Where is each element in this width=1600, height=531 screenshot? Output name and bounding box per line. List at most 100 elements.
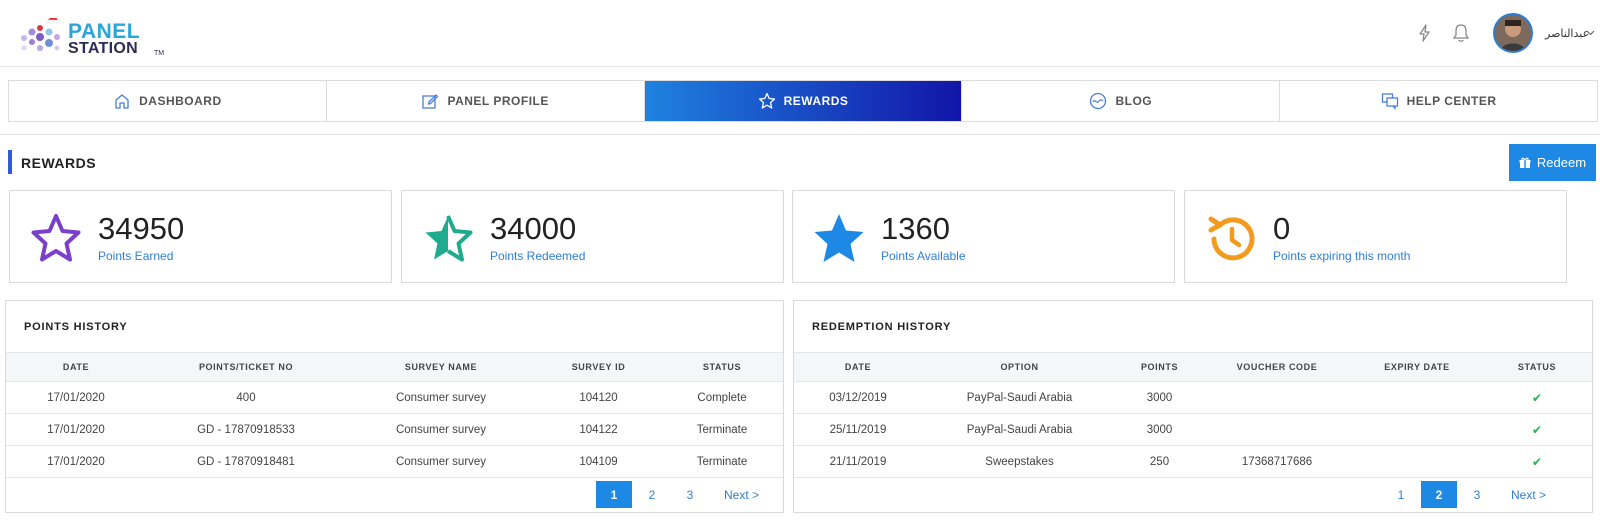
points-expiring-value: 0: [1273, 211, 1291, 246]
points-expiring-label: Points expiring this month: [1273, 249, 1411, 263]
points-history-table: DATE POINTS/TICKET NO SURVEY NAME SURVEY…: [6, 352, 783, 478]
cell-ticket: 400: [146, 381, 346, 414]
history-icon: [1208, 216, 1255, 261]
check-icon: ✔: [1482, 445, 1592, 478]
cell-expiry-date: [1352, 413, 1482, 446]
cell-date: 03/12/2019: [794, 381, 922, 414]
page-1-button[interactable]: 1: [1383, 481, 1419, 508]
cell-survey-id: 104109: [536, 445, 661, 478]
logo-dots-icon: [21, 18, 61, 51]
points-history-panel: POINTS HISTORY DATE POINTS/TICKET NO SUR…: [5, 300, 784, 513]
divider: [0, 134, 1600, 135]
cell-points: 3000: [1117, 413, 1202, 446]
bell-icon[interactable]: [1450, 22, 1472, 44]
cell-status: Complete: [661, 381, 783, 414]
redemption-history-title: REDEMPTION HISTORY: [812, 321, 952, 333]
cell-survey-name: Consumer survey: [346, 445, 536, 478]
panel-station-logo[interactable]: PANEL STATION TM: [18, 8, 164, 58]
lightning-icon[interactable]: [1414, 22, 1436, 44]
edit-icon: [422, 94, 439, 109]
page-3-button[interactable]: 3: [672, 481, 708, 508]
user-name[interactable]: عبدالناصر: [1545, 27, 1589, 40]
top-header: PANEL STATION TM عبدالناصر: [0, 0, 1600, 67]
cell-points: 3000: [1117, 381, 1202, 414]
page-2-button[interactable]: 2: [634, 481, 670, 508]
cell-status: Terminate: [661, 413, 783, 446]
points-available-label: Points Available: [881, 249, 966, 263]
column-header: DATE: [794, 352, 922, 382]
cell-ticket: GD - 17870918481: [146, 445, 346, 478]
page-3-button[interactable]: 3: [1459, 481, 1495, 508]
points-earned-value: 34950: [98, 211, 185, 246]
star-icon: [758, 92, 775, 109]
star-outline-icon: [31, 214, 81, 262]
column-header: POINTS: [1117, 352, 1202, 382]
blog-icon: [1090, 92, 1107, 110]
page-2-button[interactable]: 2: [1421, 481, 1457, 508]
cell-status: Terminate: [661, 445, 783, 478]
redeem-button[interactable]: Redeem: [1509, 144, 1596, 181]
tab-panel-profile-label: PANEL PROFILE: [447, 94, 549, 108]
table-row: 25/11/2019 PayPal-Saudi Arabia 3000 ✔: [794, 413, 1592, 446]
tab-blog[interactable]: BLOG: [962, 81, 1281, 121]
main-nav: DASHBOARD PANEL PROFILE REWARDS BLOG HEL…: [8, 80, 1598, 122]
cell-survey-name: Consumer survey: [346, 413, 536, 446]
tab-rewards-label: REWARDS: [783, 94, 849, 108]
table-row: 17/01/2020 400 Consumer survey 104120 Co…: [6, 381, 783, 414]
home-icon: [115, 94, 129, 109]
column-header: OPTION: [922, 352, 1117, 382]
cell-voucher-code: [1202, 413, 1352, 446]
cell-ticket: GD - 17870918533: [146, 413, 346, 446]
user-avatar[interactable]: [1493, 13, 1533, 53]
cell-points: 250: [1117, 445, 1202, 478]
stat-card-points-redeemed: 34000 Points Redeemed: [401, 190, 784, 283]
cell-survey-id: 104122: [536, 413, 661, 446]
tab-dashboard[interactable]: DASHBOARD: [9, 81, 327, 121]
redemption-history-table: DATE OPTION POINTS VOUCHER CODE EXPIRY D…: [794, 352, 1592, 478]
points-redeemed-value: 34000: [490, 211, 577, 246]
stat-card-points-available: 1360 Points Available: [792, 190, 1175, 283]
section-accent-bar: [8, 150, 12, 174]
table-row: 03/12/2019 PayPal-Saudi Arabia 3000 ✔: [794, 381, 1592, 414]
tab-dashboard-label: DASHBOARD: [139, 94, 222, 108]
cell-date: 17/01/2020: [6, 445, 146, 478]
page-title: REWARDS: [21, 155, 97, 171]
check-icon: ✔: [1482, 413, 1592, 446]
tab-help-center[interactable]: HELP CENTER: [1280, 81, 1597, 121]
cell-voucher-code: 17368717686: [1202, 445, 1352, 478]
cell-voucher-code: [1202, 381, 1352, 414]
redemption-history-panel: REDEMPTION HISTORY DATE OPTION POINTS VO…: [793, 300, 1593, 513]
stat-card-points-expiring: 0 Points expiring this month: [1184, 190, 1567, 283]
table-row: 17/01/2020 GD - 17870918533 Consumer sur…: [6, 413, 783, 446]
points-history-title: POINTS HISTORY: [24, 321, 128, 333]
cell-survey-name: Consumer survey: [346, 381, 536, 414]
next-page-link[interactable]: Next >: [716, 488, 767, 502]
redeem-button-label: Redeem: [1536, 155, 1587, 170]
column-header: SURVEY ID: [536, 352, 661, 382]
star-filled-icon: [814, 214, 864, 262]
column-header: POINTS/TICKET NO: [146, 352, 346, 382]
table-header-row: DATE OPTION POINTS VOUCHER CODE EXPIRY D…: [794, 352, 1592, 382]
avatar-photo-icon: [1495, 15, 1531, 51]
page-1-button[interactable]: 1: [596, 481, 632, 508]
points-available-value: 1360: [881, 211, 950, 246]
points-redeemed-label: Points Redeemed: [490, 249, 586, 263]
tab-panel-profile[interactable]: PANEL PROFILE: [327, 81, 645, 121]
points-earned-label: Points Earned: [98, 249, 174, 263]
cell-option: Sweepstakes: [922, 445, 1117, 478]
cell-survey-id: 104120: [536, 381, 661, 414]
column-header: SURVEY NAME: [346, 352, 536, 382]
logo-trademark: TM: [154, 50, 165, 57]
tab-help-center-label: HELP CENTER: [1406, 94, 1497, 108]
cell-expiry-date: [1352, 445, 1482, 478]
redemption-history-pagination: 1 2 3 Next >: [1381, 481, 1554, 508]
table-row: 17/01/2020 GD - 17870918481 Consumer sur…: [6, 445, 783, 478]
chevron-down-icon[interactable]: [1586, 30, 1595, 36]
tab-rewards[interactable]: REWARDS: [644, 81, 963, 121]
table-row: 21/11/2019 Sweepstakes 250 17368717686 ✔: [794, 445, 1592, 478]
tab-blog-label: BLOG: [1115, 94, 1153, 108]
chat-icon: [1381, 93, 1398, 110]
stat-card-points-earned: 34950 Points Earned: [9, 190, 392, 283]
next-page-link[interactable]: Next >: [1503, 488, 1554, 502]
cell-option: PayPal-Saudi Arabia: [922, 413, 1117, 446]
